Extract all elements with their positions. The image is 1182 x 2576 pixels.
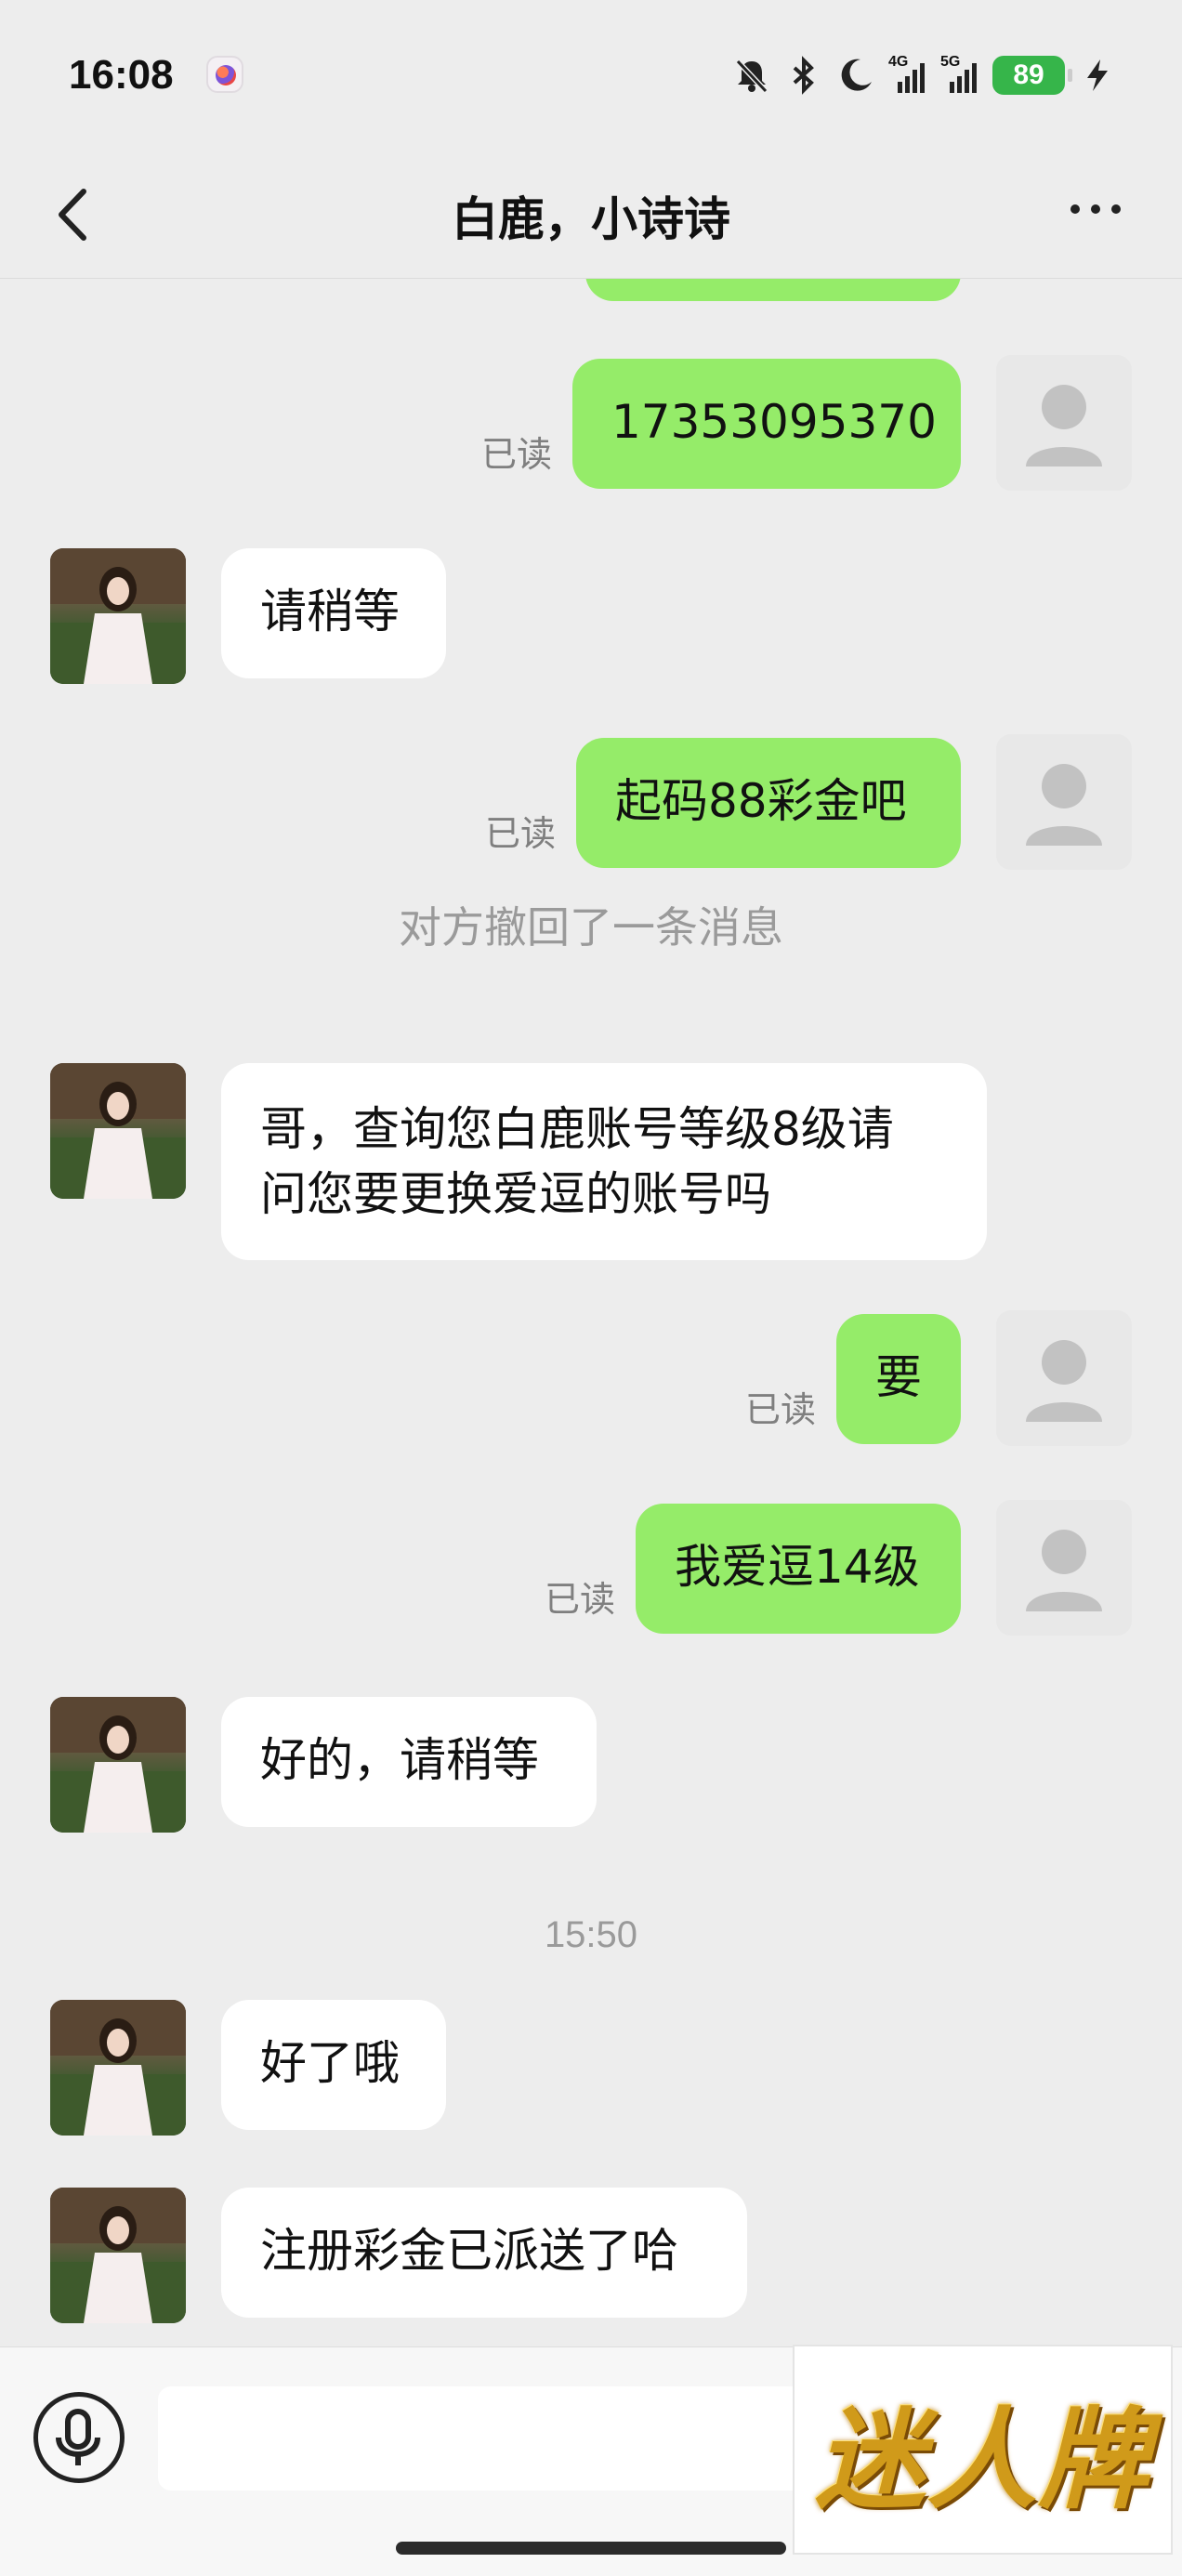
timestamp-separator: 15:50 [544, 1914, 638, 1955]
dot-icon [1111, 204, 1121, 214]
message-bubble-received[interactable]: 好的，请稍等 [221, 1697, 597, 1827]
contact-avatar[interactable] [50, 1697, 186, 1833]
contact-photo-icon [50, 1063, 186, 1199]
message-input[interactable] [158, 2386, 808, 2491]
message-bubble-received[interactable]: 好了哦 [221, 2000, 446, 2130]
message-bubble-received[interactable]: 注册彩金已派送了哈 [221, 2188, 747, 2318]
dot-icon [1091, 204, 1100, 214]
message-bubble-received[interactable]: 请稍等 [221, 548, 446, 678]
dot-icon [1070, 204, 1080, 214]
charging-icon [1078, 56, 1117, 95]
my-avatar[interactable] [996, 1310, 1132, 1446]
battery-indicator: 89 [992, 56, 1072, 95]
recall-notice: 对方撤回了一条消息 [399, 902, 783, 953]
message-bubble-partial[interactable] [585, 279, 961, 301]
message-bubble-sent[interactable]: 17353095370 [572, 359, 961, 489]
default-avatar-icon [1026, 764, 1102, 846]
notification-app-icon [206, 56, 243, 93]
default-avatar-icon [1026, 385, 1102, 467]
contact-photo-icon [50, 2188, 186, 2323]
moon-icon [836, 56, 875, 95]
message-bubble-sent[interactable]: 我爱逗14级 [636, 1504, 961, 1634]
chat-header: 白鹿，小诗诗 [0, 149, 1182, 279]
contact-avatar[interactable] [50, 2000, 186, 2136]
home-indicator[interactable] [396, 2542, 786, 2555]
message-list[interactable]: 已读 17353095370 请稍等 已读 起码88彩金吧 对方撤回了一条消息 … [0, 279, 1182, 2346]
microphone-icon [56, 2409, 100, 2465]
contact-avatar[interactable] [50, 2188, 186, 2323]
bluetooth-icon [784, 56, 823, 95]
my-avatar[interactable] [996, 734, 1132, 870]
default-avatar-icon [1026, 1340, 1102, 1422]
read-receipt: 已读 [745, 1389, 817, 1430]
contact-photo-icon [50, 2000, 186, 2136]
chat-title: 白鹿，小诗诗 [452, 192, 730, 246]
status-icons: 4G 5G 89 [732, 52, 1117, 99]
contact-photo-icon [50, 548, 186, 684]
message-line: 哥，查询您白鹿账号等级8级请 [260, 1102, 894, 1156]
voice-input-button[interactable] [33, 2392, 125, 2483]
status-time: 16:08 [69, 52, 174, 98]
contact-photo-icon [50, 1697, 186, 1833]
signal-5g-icon: 5G [940, 54, 979, 95]
contact-avatar[interactable] [50, 1063, 186, 1199]
more-options-button[interactable] [1070, 195, 1126, 223]
message-line: 问您要更换爱逗的账号吗 [260, 1167, 771, 1221]
read-receipt: 已读 [545, 1579, 616, 1620]
sticker-preview[interactable]: 迷人牌 [793, 2345, 1173, 2555]
message-bubble-sent[interactable]: 要 [836, 1314, 961, 1444]
read-receipt: 已读 [481, 434, 553, 475]
sticker-text: 迷人牌 [815, 2394, 1150, 2524]
signal-4g-icon: 4G [888, 54, 927, 95]
message-bubble-received[interactable]: 哥，查询您白鹿账号等级8级请 问您要更换爱逗的账号吗 [221, 1063, 987, 1260]
my-avatar[interactable] [996, 1500, 1132, 1636]
contact-avatar[interactable] [50, 548, 186, 684]
read-receipt: 已读 [485, 813, 557, 854]
mute-bell-icon [732, 56, 771, 95]
default-avatar-icon [1026, 1530, 1102, 1611]
status-bar: 16:08 4G 5G 89 [0, 0, 1182, 149]
my-avatar[interactable] [996, 355, 1132, 491]
message-bubble-sent[interactable]: 起码88彩金吧 [576, 738, 961, 868]
